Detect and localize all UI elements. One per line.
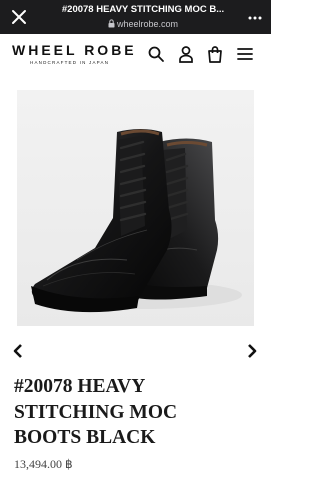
product-title: #20078 HEAVY STITCHING MOC BOOTS BLACK xyxy=(14,374,264,451)
boots-illustration xyxy=(17,90,254,326)
more-options-icon[interactable] xyxy=(247,10,263,26)
browser-bar: #20078 HEAVY STITCHING MOC B... wheelrob… xyxy=(0,0,271,34)
account-icon[interactable] xyxy=(177,45,195,63)
logo-tagline: HANDCRAFTED IN JAPAN xyxy=(30,60,110,65)
product-title-line: BOOTS BLACK xyxy=(14,427,156,448)
browser-page-title: #20078 HEAVY STITCHING MOC B... xyxy=(61,4,225,15)
chevron-right-icon xyxy=(248,344,257,358)
site-header: WHEEL ROBE HANDCRAFTED IN JAPAN xyxy=(0,34,271,74)
browser-url[interactable]: wheelrobe.com xyxy=(48,19,238,30)
close-icon[interactable] xyxy=(10,8,28,26)
site-logo[interactable]: WHEEL ROBE HANDCRAFTED IN JAPAN xyxy=(12,42,152,65)
lock-icon xyxy=(108,19,115,30)
search-icon[interactable] xyxy=(147,45,165,63)
product-price: 13,494.00 ฿ xyxy=(14,457,73,471)
chevron-left-icon xyxy=(13,344,22,358)
browser-url-text: wheelrobe.com xyxy=(116,19,179,29)
logo-wordmark: WHEEL ROBE xyxy=(12,42,137,58)
product-title-line: STITCHING MOC xyxy=(14,401,178,423)
product-image[interactable] xyxy=(17,90,254,326)
cart-icon[interactable] xyxy=(206,45,224,63)
previous-image-button[interactable] xyxy=(11,343,25,359)
next-image-button[interactable] xyxy=(245,343,259,359)
menu-icon[interactable] xyxy=(236,45,254,63)
product-title-line: #20078 HEAVY xyxy=(14,376,146,397)
